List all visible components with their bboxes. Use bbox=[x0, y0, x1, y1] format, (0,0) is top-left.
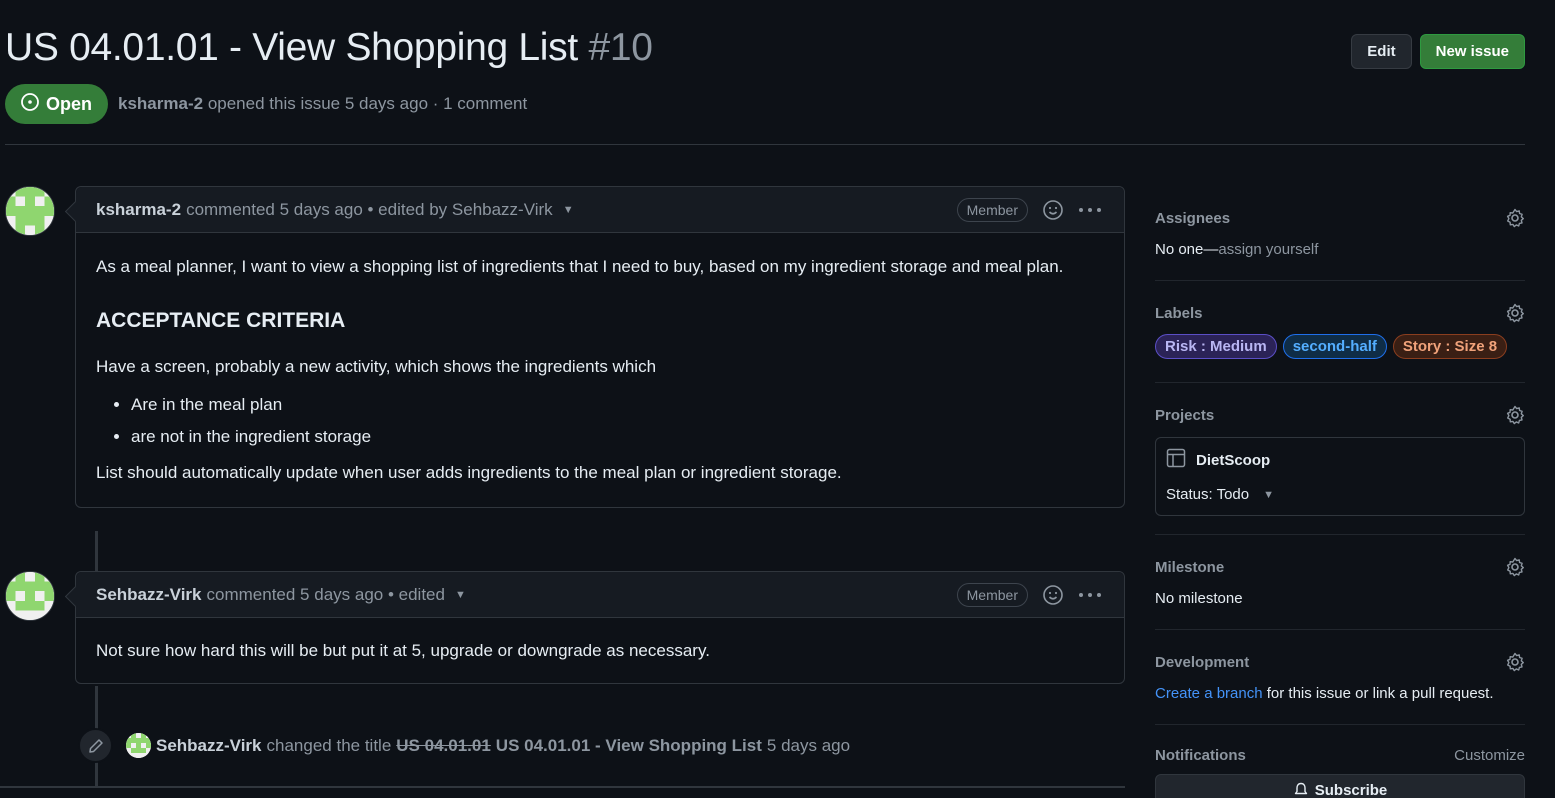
comment-header: ksharma-2 commented 5 days ago • edited … bbox=[76, 187, 1124, 233]
issue-title-row: US 04.01.01 - View Shopping List #10 bbox=[5, 26, 653, 70]
table-icon bbox=[1166, 448, 1186, 472]
smiley-reaction-icon[interactable] bbox=[1042, 584, 1064, 606]
smiley-reaction-icon[interactable] bbox=[1042, 199, 1064, 221]
avatar[interactable] bbox=[5, 571, 55, 621]
assign-yourself-link[interactable]: assign yourself bbox=[1218, 241, 1318, 258]
development-value: Create a branch for this issue or link a… bbox=[1155, 685, 1494, 702]
event-new-title: US 04.01.01 - View Shopping List bbox=[495, 735, 762, 755]
comment-card: ksharma-2 commented 5 days ago • edited … bbox=[75, 186, 1125, 508]
event-time[interactable]: 5 days ago bbox=[767, 736, 850, 756]
gear-icon[interactable] bbox=[1505, 303, 1525, 323]
comment-heading: ACCEPTANCE CRITERIA bbox=[96, 309, 346, 332]
edit-history-caret-icon[interactable]: ▼ bbox=[563, 204, 574, 216]
chevron-down-icon: ▼ bbox=[1263, 488, 1275, 501]
comment-paragraph: Have a screen, probably a new activity, … bbox=[96, 357, 657, 376]
status-badge: Open bbox=[5, 84, 109, 124]
sidebar-assignees: Assignees No one—assign yourself bbox=[1155, 190, 1525, 281]
pencil-icon bbox=[78, 728, 113, 763]
comment-intro: As a meal planner, I want to view a shop… bbox=[96, 257, 1064, 276]
project-card: DietScoop Status: Todo ▼ bbox=[1155, 437, 1525, 516]
sidebar-notifications: Notifications Customize Subscribe bbox=[1155, 725, 1525, 798]
gear-icon[interactable] bbox=[1505, 405, 1525, 425]
issue-title: US 04.01.01 - View Shopping List #10 bbox=[5, 26, 653, 69]
assignees-title[interactable]: Assignees bbox=[1155, 210, 1230, 227]
kebab-menu-icon[interactable] bbox=[1078, 592, 1102, 598]
issue-number: #10 bbox=[588, 26, 653, 69]
project-name[interactable]: DietScoop bbox=[1166, 448, 1514, 472]
new-issue-button[interactable]: New issue bbox=[1419, 34, 1525, 69]
assignees-value: No one—assign yourself bbox=[1155, 241, 1319, 258]
sidebar-heading: Notifications Customize bbox=[1155, 747, 1525, 764]
development-title[interactable]: Development bbox=[1155, 654, 1249, 671]
milestone-value: No milestone bbox=[1155, 590, 1243, 607]
comment-body: Not sure how hard this will be but put i… bbox=[76, 618, 1124, 683]
comment-header: Sehbazz-Virk commented 5 days ago • edit… bbox=[76, 572, 1124, 618]
list-item: are not in the ingredient storage bbox=[131, 425, 1104, 449]
issue-meta-text: ksharma-2 opened this issue 5 days ago ·… bbox=[118, 94, 527, 114]
issue-sidebar: Assignees No one—assign yourself Labels … bbox=[1155, 190, 1525, 798]
project-status[interactable]: Status: Todo ▼ bbox=[1166, 486, 1514, 503]
subscribe-button[interactable]: Subscribe bbox=[1155, 774, 1525, 798]
comment-meta[interactable]: commented 5 days ago • edited by Sehbazz… bbox=[186, 200, 553, 220]
comment-author[interactable]: Sehbazz-Virk bbox=[96, 585, 202, 605]
label-risk-medium[interactable]: Risk : Medium bbox=[1155, 334, 1277, 359]
notifications-title: Notifications bbox=[1155, 747, 1246, 764]
edit-button[interactable]: Edit bbox=[1351, 34, 1412, 69]
timeline-divider bbox=[0, 786, 1125, 788]
milestone-title[interactable]: Milestone bbox=[1155, 559, 1224, 576]
comment-body: As a meal planner, I want to view a shop… bbox=[76, 233, 1124, 507]
status-label: Open bbox=[46, 93, 93, 114]
comment-author[interactable]: ksharma-2 bbox=[96, 200, 181, 220]
issue-meta: Open ksharma-2 opened this issue 5 days … bbox=[5, 84, 527, 124]
sidebar-heading: Development bbox=[1155, 652, 1525, 672]
role-badge: Member bbox=[956, 198, 1028, 222]
sidebar-heading: Labels bbox=[1155, 303, 1525, 323]
kebab-menu-icon[interactable] bbox=[1078, 207, 1102, 213]
labels-title[interactable]: Labels bbox=[1155, 305, 1203, 322]
role-badge: Member bbox=[956, 583, 1028, 607]
timeline-line bbox=[95, 531, 98, 571]
create-branch-link[interactable]: Create a branch bbox=[1155, 685, 1263, 702]
customize-link[interactable]: Customize bbox=[1454, 747, 1525, 764]
header-actions: Edit New issue bbox=[1351, 34, 1525, 69]
avatar[interactable] bbox=[5, 186, 55, 236]
label-second-half[interactable]: second-half bbox=[1282, 334, 1387, 359]
edit-history-caret-icon[interactable]: ▼ bbox=[455, 589, 466, 601]
projects-title[interactable]: Projects bbox=[1155, 407, 1214, 424]
issue-opened-text: opened this issue 5 days ago · 1 comment bbox=[207, 94, 528, 113]
gear-icon[interactable] bbox=[1505, 208, 1525, 228]
sidebar-heading: Milestone bbox=[1155, 557, 1525, 577]
gear-icon[interactable] bbox=[1505, 557, 1525, 577]
avatar[interactable] bbox=[126, 733, 151, 758]
sidebar-heading: Assignees bbox=[1155, 208, 1525, 228]
sidebar-heading: Projects bbox=[1155, 405, 1525, 425]
comment-card: Sehbazz-Virk commented 5 days ago • edit… bbox=[75, 571, 1125, 684]
header-divider bbox=[5, 144, 1525, 145]
comment-meta[interactable]: commented 5 days ago • edited bbox=[207, 585, 445, 605]
sidebar-milestone: Milestone No milestone bbox=[1155, 535, 1525, 630]
timeline-event: Sehbazz-Virk changed the title US 04.01.… bbox=[78, 728, 850, 763]
event-action: changed the title bbox=[266, 735, 392, 755]
issue-open-icon bbox=[20, 92, 40, 117]
issue-author-link[interactable]: ksharma-2 bbox=[118, 94, 203, 113]
sidebar-projects: Projects DietScoop Status: Todo ▼ bbox=[1155, 383, 1525, 535]
label-story-size[interactable]: Story : Size 8 bbox=[1392, 334, 1508, 359]
bell-icon bbox=[1293, 782, 1309, 798]
comment-text: Not sure how hard this will be but put i… bbox=[96, 641, 710, 660]
labels-list: Risk : Medium second-half Story : Size 8 bbox=[1155, 334, 1525, 359]
comment-outro: List should automatically update when us… bbox=[96, 463, 842, 482]
event-old-title: US 04.01.01 bbox=[396, 735, 491, 755]
sidebar-labels: Labels Risk : Medium second-half Story :… bbox=[1155, 281, 1525, 383]
sidebar-development: Development Create a branch for this iss… bbox=[1155, 630, 1525, 725]
event-author[interactable]: Sehbazz-Virk bbox=[156, 736, 262, 756]
criteria-list: Are in the meal plan are not in the ingr… bbox=[131, 393, 1104, 449]
list-item: Are in the meal plan bbox=[131, 393, 1104, 417]
gear-icon[interactable] bbox=[1505, 652, 1525, 672]
